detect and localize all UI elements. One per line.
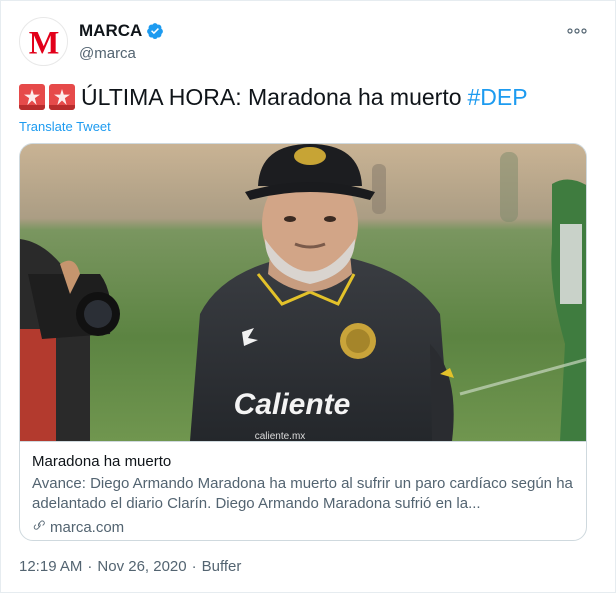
link-icon [32, 518, 46, 536]
card-description: Avance: Diego Armando Maradona ha muerto… [32, 475, 573, 512]
author-names: MARCA @marca [79, 21, 164, 62]
display-name[interactable]: MARCA [79, 21, 142, 41]
tweet-text: ÚLTIMA HORA: Maradona ha muerto #DEP [19, 81, 597, 113]
translate-tweet-link[interactable]: Translate Tweet [19, 119, 111, 134]
card-body[interactable]: Maradona ha muerto Avance: Diego Armando… [20, 441, 586, 540]
handle[interactable]: @marca [79, 45, 164, 62]
tweet-time[interactable]: 12:19 AM [19, 558, 82, 575]
svg-text:M: M [28, 25, 59, 59]
tweet-body: ÚLTIMA HORA: Maradona ha muerto [81, 84, 462, 110]
tweet-meta: 12:19 AM · Nov 26, 2020 · Buffer [19, 558, 241, 575]
verified-badge-icon [146, 22, 164, 40]
maradona-photo: Caliente caliente.mx [20, 144, 586, 441]
card-domain-text[interactable]: marca.com [50, 519, 124, 536]
meta-separator: · [191, 558, 197, 575]
shirt-sub-text: caliente.mx [255, 431, 306, 441]
card-domain[interactable]: marca.com [32, 518, 576, 536]
meta-separator: · [87, 558, 93, 575]
tweet-card[interactable]: M MARCA @marca ÚLTIMA HORA: Maradona ha … [0, 0, 616, 593]
link-preview-card[interactable]: Caliente caliente.mx Maradona ha muerto … [19, 143, 587, 541]
avatar[interactable]: M [19, 17, 68, 66]
police-car-light-icon [49, 84, 75, 110]
marca-logo-icon: M [28, 25, 59, 59]
more-dots-icon[interactable] [565, 21, 589, 41]
hashtag-link[interactable]: #DEP [468, 81, 528, 113]
shirt-sponsor-text: Caliente [234, 388, 351, 421]
card-image[interactable]: Caliente caliente.mx [20, 144, 586, 441]
tweet-source[interactable]: Buffer [202, 558, 242, 575]
card-title[interactable]: Maradona ha muerto [32, 452, 576, 472]
tweet-date[interactable]: Nov 26, 2020 [97, 558, 186, 575]
police-car-light-icon [19, 84, 45, 110]
tweet-header: M MARCA @marca [19, 17, 599, 67]
